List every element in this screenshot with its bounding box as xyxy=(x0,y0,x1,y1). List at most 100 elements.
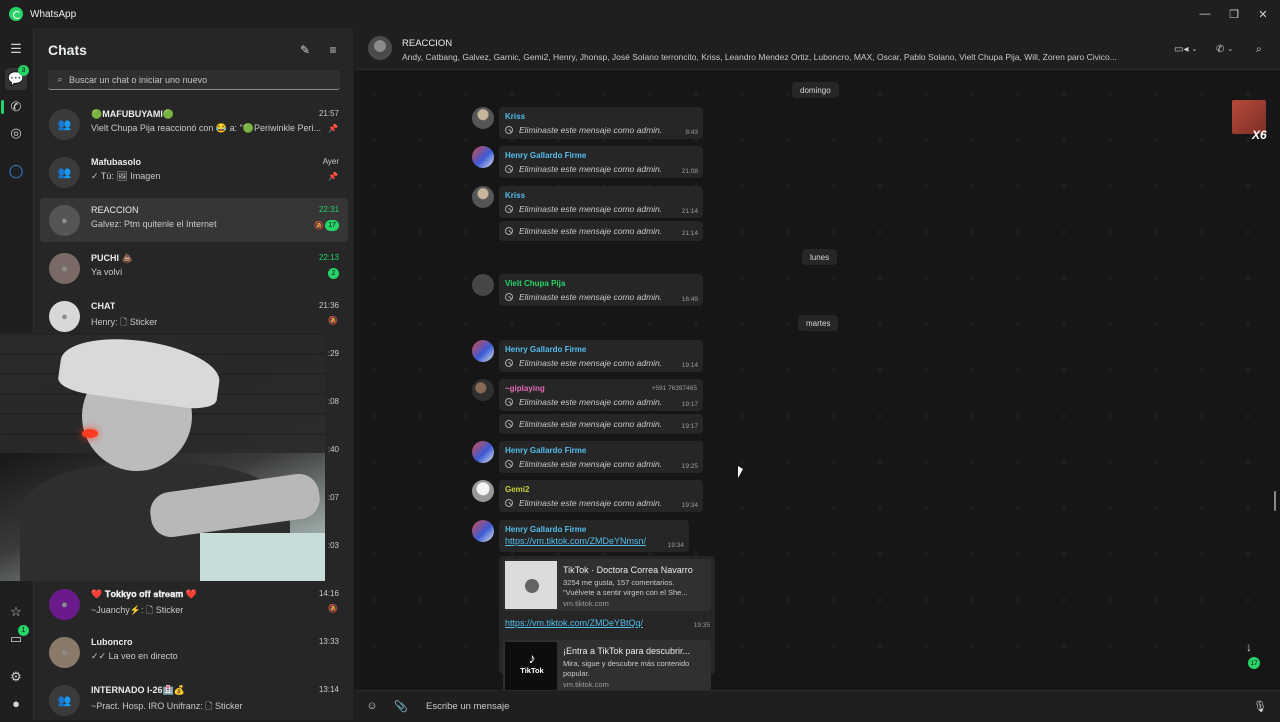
search-input[interactable] xyxy=(69,74,329,85)
sender-avatar[interactable] xyxy=(472,146,494,168)
close-window-button[interactable]: ✕ xyxy=(1246,0,1280,28)
search-chat-button[interactable]: ⌕ xyxy=(1256,41,1262,57)
paperclip-icon: 📎 xyxy=(394,700,408,713)
deleted-message: Eliminaste este mensaje como admin. xyxy=(505,358,662,368)
group-avatar-icon: 👥 xyxy=(49,685,80,716)
pin-icon: 📌 xyxy=(328,124,338,133)
voice-message-button[interactable]: 🎙 xyxy=(1252,698,1268,714)
message-bubble[interactable]: Henry Gallardo Firme Eliminaste este men… xyxy=(499,441,703,473)
archived-nav-button[interactable]: ▭ 1 xyxy=(5,625,29,650)
link-preview-card[interactable]: TikTok · Doctora Correa Navarro 3254 me … xyxy=(503,559,711,611)
message-time: 8:43 xyxy=(685,129,698,136)
sender-avatar[interactable] xyxy=(472,340,494,362)
message-link[interactable]: https://vm.tiktok.com/ZMDeYNmsn/ xyxy=(505,536,646,546)
prohibited-icon xyxy=(505,227,513,235)
message-bubble[interactable]: Henry Gallardo Firme https://vm.tiktok.c… xyxy=(499,520,689,552)
unread-badge: 17 xyxy=(325,220,339,231)
message-bubble[interactable]: ~giplaying +591 76397465 Eliminaste este… xyxy=(499,379,703,411)
settings-nav-button[interactable]: ⚙ xyxy=(5,666,27,688)
new-chat-button[interactable]: ✎ xyxy=(296,41,314,59)
preview-thumbnail xyxy=(505,561,557,609)
chat-time: :29 xyxy=(327,349,339,358)
profile-nav-button[interactable]: ● xyxy=(5,692,27,714)
message-bubble[interactable]: Gemi2 Eliminaste este mensaje como admin… xyxy=(499,480,703,512)
prohibited-icon xyxy=(505,398,513,406)
status-nav-button[interactable]: ◎ xyxy=(5,122,27,144)
chat-time: :40 xyxy=(327,445,339,454)
chat-item-reaccion[interactable]: ● REACCION Galvez: Ptm quitenle el Inter… xyxy=(40,198,348,242)
sender-name: Kriss xyxy=(505,191,526,200)
message-bubble[interactable]: Eliminaste este mensaje como admin. 19:1… xyxy=(499,414,703,434)
sender-name: Kriss xyxy=(505,112,526,121)
tiktok-note-icon: ♪ xyxy=(528,650,536,666)
message-input[interactable] xyxy=(426,697,1246,715)
chat-item-luboncro[interactable]: ● Luboncro ✓✓ La veo en directo 13:33 xyxy=(40,630,348,674)
attach-button[interactable]: 📎 xyxy=(393,698,409,714)
chat-preview: Henry: 🗋 Sticker xyxy=(91,317,158,327)
chat-item-puchi[interactable]: ● PUCHI 💩 Ya volví 22:13 2 xyxy=(40,246,348,290)
sender-name: Henry Gallardo Firme xyxy=(505,525,587,534)
link-preview-card[interactable]: ♪ TikTok ¡Entra a TikTok para descubrir..… xyxy=(503,640,711,692)
message-bubble[interactable]: Henry Gallardo Firme Eliminaste este men… xyxy=(499,146,703,178)
day-separator: lunes xyxy=(802,249,838,265)
filter-button[interactable]: ≡ xyxy=(324,41,342,59)
sender-avatar[interactable] xyxy=(472,520,494,542)
menu-button[interactable]: ☰ xyxy=(5,38,27,60)
webcam-overlay xyxy=(0,333,325,581)
deleted-message: Eliminaste este mensaje como admin. xyxy=(505,419,662,429)
sender-avatar[interactable] xyxy=(472,186,494,208)
chat-time: 14:16 xyxy=(318,589,339,598)
sender-avatar[interactable] xyxy=(472,107,494,129)
sender-avatar[interactable] xyxy=(472,274,494,296)
scrollbar[interactable] xyxy=(1274,491,1276,511)
message-bubble[interactable]: Eliminaste este mensaje como admin. 21:1… xyxy=(499,221,703,241)
chat-time: :03 xyxy=(327,541,339,550)
message-composer: ☺ 📎 🎙 xyxy=(354,690,1280,720)
chat-preview: Galvez: Ptm quitenle el Internet xyxy=(91,219,217,229)
message-link[interactable]: https://vm.tiktok.com/ZMDeYBtQq/ xyxy=(505,618,643,628)
message-bubble[interactable]: Henry Gallardo Firme Eliminaste este men… xyxy=(499,340,703,372)
preview-domain: vm.tiktok.com xyxy=(563,599,609,608)
chat-item-tokkkyo[interactable]: ● ❤️ 𝐓𝐨𝐤𝐤𝐲𝐨 𝐨𝐟𝐟 𝐬𝐭𝐫𝐞𝐚𝐦 ❤️ ~Juanchy⚡: 🗋 S… xyxy=(40,582,348,626)
day-separator: domingo xyxy=(792,82,839,98)
conversation-header[interactable]: REACCION Andy, Catbang, Galvez, Garnic, … xyxy=(354,28,1280,70)
chat-item-chat[interactable]: ● CHAT Henry: 🗋 Sticker 21:36 🔕 xyxy=(40,294,348,338)
chats-nav-button[interactable]: 💬 3 xyxy=(5,65,29,90)
sender-avatar[interactable] xyxy=(472,379,494,401)
chat-name: Mafubasolo xyxy=(91,157,142,167)
meta-ai-button[interactable]: ◯ xyxy=(5,160,27,182)
sender-name: ~giplaying xyxy=(505,384,545,393)
starred-nav-button[interactable]: ☆ xyxy=(5,601,27,623)
chat-name: INTERNADO I-26🏥💰 xyxy=(91,685,185,695)
calls-nav-button[interactable]: ✆ xyxy=(5,96,27,118)
chat-time: Ayer xyxy=(322,157,339,166)
video-call-button[interactable]: ▭◂ ⌄ xyxy=(1174,41,1197,57)
chat-item-mafubasolo[interactable]: 👥 Mafubasolo ✓ Tú: 🖼 Imagen Ayer 📌 xyxy=(40,150,348,194)
deleted-text: Eliminaste este mensaje como admin. xyxy=(519,498,663,508)
deleted-message: Eliminaste este mensaje como admin. xyxy=(505,459,662,469)
message-bubble[interactable]: Vielt Chupa Pija Eliminaste este mensaje… xyxy=(499,274,703,306)
whatsapp-logo-icon xyxy=(9,7,23,21)
sender-avatar[interactable] xyxy=(472,441,494,463)
scroll-to-bottom-button[interactable]: ↓ xyxy=(1246,640,1252,654)
message-area: domingo lunes martes Kriss Eliminaste es… xyxy=(354,70,1280,692)
member-list: Andy, Catbang, Galvez, Garnic, Gemi2, He… xyxy=(402,52,1117,62)
deleted-text: Eliminaste este mensaje como admin. xyxy=(519,459,663,469)
group-avatar[interactable] xyxy=(368,36,392,60)
sidebar-title: Chats xyxy=(48,42,87,58)
chat-item-internado[interactable]: 👥 INTERNADO I-26🏥💰 ~Pract. Hosp. IRO Uni… xyxy=(40,678,348,722)
chat-item-mafubuyami[interactable]: 👥 🟢MAFUBUYAMI🟢 Vielt Chupa Pija reaccion… xyxy=(40,102,348,146)
avatar: ● xyxy=(49,589,80,620)
voice-call-button[interactable]: ✆ ⌄ xyxy=(1216,41,1233,57)
message-bubble[interactable]: Kriss Eliminaste este mensaje como admin… xyxy=(499,186,703,218)
sender-avatar[interactable] xyxy=(472,480,494,502)
chat-time: 21:57 xyxy=(318,109,339,118)
emoji-button[interactable]: ☺ xyxy=(364,698,380,714)
message-time: 19:35 xyxy=(693,622,710,629)
chat-preview: Vielt Chupa Pija reaccionó con 😂 a: "🟢Pe… xyxy=(91,123,322,133)
prohibited-icon xyxy=(505,420,513,428)
deleted-text: Eliminaste este mensaje como admin. xyxy=(519,397,663,407)
avatar: ● xyxy=(49,205,80,236)
muted-icon: 🔕 xyxy=(314,221,324,230)
message-bubble[interactable]: Kriss Eliminaste este mensaje como admin… xyxy=(499,107,703,139)
